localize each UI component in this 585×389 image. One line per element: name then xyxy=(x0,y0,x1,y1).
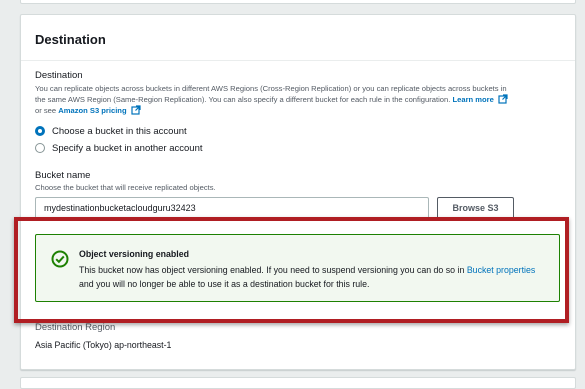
description-line-2: the same AWS Region (Same-Region Replica… xyxy=(35,95,451,104)
next-panel xyxy=(20,377,576,389)
radio-option-this-account[interactable]: Choose a bucket in this account xyxy=(35,124,187,138)
bucket-name-hint: Choose the bucket that will receive repl… xyxy=(35,183,216,192)
destination-description: You can replicate objects across buckets… xyxy=(35,83,563,116)
learn-more-link[interactable]: Learn more xyxy=(453,95,494,104)
radio-label: Choose a bucket in this account xyxy=(52,125,187,137)
radio-button-selected[interactable] xyxy=(35,126,45,136)
destination-label: Destination xyxy=(35,70,83,81)
browse-s3-button[interactable]: Browse S3 xyxy=(437,197,514,219)
description-line-1: You can replicate objects across buckets… xyxy=(35,84,507,93)
bucket-name-input[interactable]: mydestinationbucketacloudguru32423 xyxy=(35,197,429,219)
annotation-highlight-box xyxy=(14,217,569,323)
radio-label: Specify a bucket in another account xyxy=(52,142,203,154)
external-link-icon[interactable] xyxy=(498,94,508,104)
panel-header: Destination xyxy=(21,15,575,61)
previous-panel xyxy=(20,0,576,4)
external-link-icon[interactable] xyxy=(131,105,141,115)
pricing-link[interactable]: Amazon S3 pricing xyxy=(58,106,126,115)
radio-button-unselected[interactable] xyxy=(35,143,45,153)
destination-region-value: Asia Pacific (Tokyo) ap-northeast-1 xyxy=(35,340,172,350)
or-see-text: or see xyxy=(35,106,57,115)
radio-option-another-account[interactable]: Specify a bucket in another account xyxy=(35,141,203,155)
destination-region-label: Destination Region xyxy=(35,322,116,333)
bucket-name-label: Bucket name xyxy=(35,170,91,181)
panel-title: Destination xyxy=(35,32,106,47)
